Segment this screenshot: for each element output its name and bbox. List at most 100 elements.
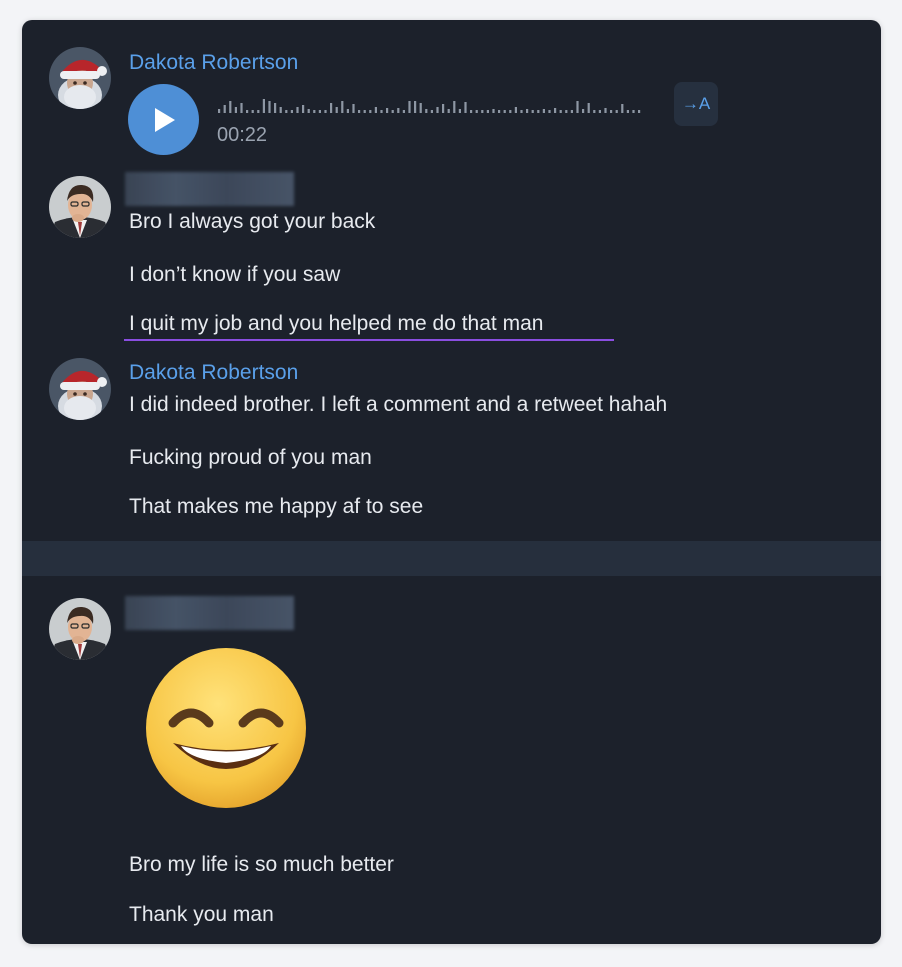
waveform-bar bbox=[582, 109, 585, 113]
waveform-bar bbox=[598, 110, 601, 113]
message-text: Bro I always got your back bbox=[129, 210, 376, 233]
waveform-bar bbox=[240, 103, 243, 113]
waveform-bar bbox=[296, 107, 299, 113]
waveform-bar bbox=[274, 103, 277, 113]
waveform-bar bbox=[531, 110, 534, 113]
user-avatar-icon bbox=[49, 598, 111, 660]
waveform-bar bbox=[458, 109, 461, 113]
waveform-bar bbox=[542, 109, 545, 113]
waveform-bar bbox=[391, 110, 394, 113]
waveform-bar bbox=[229, 101, 232, 113]
waveform-bar bbox=[346, 109, 349, 113]
waveform-bar bbox=[447, 109, 450, 113]
waveform-bar bbox=[537, 110, 540, 113]
waveform-bar bbox=[565, 110, 568, 113]
waveform-bar bbox=[257, 110, 260, 113]
waveform-bar bbox=[246, 110, 249, 113]
voice-duration: 00:22 bbox=[217, 124, 268, 146]
waveform-bar bbox=[251, 110, 254, 113]
waveform-bar bbox=[626, 110, 629, 113]
waveform-bar bbox=[268, 101, 271, 113]
sender-name[interactable]: Dakota Robertson bbox=[129, 51, 298, 75]
waveform-bar bbox=[526, 109, 529, 113]
waveform-bar bbox=[369, 110, 372, 113]
waveform-bar bbox=[380, 110, 383, 113]
waveform-bar bbox=[402, 110, 405, 113]
waveform-bar bbox=[520, 110, 523, 113]
play-icon bbox=[154, 107, 175, 132]
waveform-bar bbox=[285, 110, 288, 113]
avatar-dakota-robertson[interactable] bbox=[49, 358, 111, 420]
waveform-bar bbox=[442, 104, 445, 113]
waveform-bar bbox=[503, 110, 506, 113]
message-text: Thank you man bbox=[129, 903, 274, 926]
waveform-bar bbox=[604, 108, 607, 113]
waveform-bar bbox=[262, 99, 265, 113]
waveform-bar bbox=[509, 110, 512, 113]
waveform-bar bbox=[621, 104, 624, 113]
waveform-bar bbox=[475, 110, 478, 113]
avatar-redacted-user[interactable] bbox=[49, 176, 111, 238]
grinning-emoji-sticker[interactable] bbox=[143, 645, 309, 811]
waveform-bar bbox=[498, 110, 501, 113]
waveform-bar bbox=[559, 110, 562, 113]
waveform-bar bbox=[554, 108, 557, 113]
waveform-bar bbox=[318, 110, 321, 113]
waveform-bar bbox=[397, 108, 400, 113]
avatar-dakota-robertson[interactable] bbox=[49, 47, 111, 109]
waveform-bar bbox=[358, 110, 361, 113]
waveform-bar bbox=[587, 103, 590, 113]
waveform-bar bbox=[386, 108, 389, 113]
waveform-bar bbox=[335, 107, 338, 113]
chat-window: Dakota Robertson 00:22 →A Bro I always g… bbox=[22, 20, 881, 944]
santa-avatar-icon bbox=[49, 358, 111, 420]
transcribe-button[interactable]: →A bbox=[674, 82, 718, 126]
waveform-bar bbox=[514, 107, 517, 113]
message-text: That makes me happy af to see bbox=[129, 495, 424, 518]
waveform-bar bbox=[464, 102, 467, 113]
waveform-bar bbox=[234, 107, 237, 113]
waveform-bar bbox=[492, 109, 495, 113]
avatar-redacted-user[interactable] bbox=[49, 598, 111, 660]
waveform-bar bbox=[632, 110, 635, 113]
waveform-bar bbox=[352, 104, 355, 113]
waveform-bar bbox=[436, 107, 439, 113]
message-text: I don’t know if you saw bbox=[129, 263, 341, 286]
user-avatar-icon bbox=[49, 176, 111, 238]
waveform-bar bbox=[330, 103, 333, 113]
waveform-bar bbox=[363, 110, 366, 113]
waveform-bar bbox=[570, 110, 573, 113]
waveform-bar bbox=[374, 107, 377, 113]
waveform-bar bbox=[302, 105, 305, 113]
waveform-bar bbox=[223, 105, 226, 113]
waveform-bar bbox=[470, 110, 473, 113]
message-text: Bro my life is so much better bbox=[129, 853, 394, 876]
voice-waveform[interactable] bbox=[218, 91, 658, 117]
waveform-bar bbox=[638, 110, 641, 113]
santa-avatar-icon bbox=[49, 47, 111, 109]
waveform-bar bbox=[313, 110, 316, 113]
waveform-bar bbox=[425, 109, 428, 113]
waveform-bar bbox=[419, 103, 422, 113]
waveform-bar bbox=[610, 110, 613, 113]
redacted-username bbox=[125, 596, 294, 630]
waveform-bar bbox=[576, 101, 579, 113]
sender-name[interactable]: Dakota Robertson bbox=[129, 361, 298, 385]
redacted-username bbox=[125, 172, 294, 206]
message-text: Fucking proud of you man bbox=[129, 446, 372, 469]
waveform-bar bbox=[414, 101, 417, 113]
waveform-bar bbox=[486, 110, 489, 113]
waveform-bar bbox=[453, 101, 456, 113]
waveform-bar bbox=[548, 110, 551, 113]
waveform-bar bbox=[324, 110, 327, 113]
play-button[interactable] bbox=[128, 84, 199, 155]
message-text: I did indeed brother. I left a comment a… bbox=[129, 393, 668, 416]
waveform-bar bbox=[615, 110, 618, 113]
waveform-bar bbox=[341, 101, 344, 113]
waveform-bar bbox=[307, 109, 310, 113]
waveform-bar bbox=[481, 110, 484, 113]
waveform-bar bbox=[408, 101, 411, 113]
waveform-bar bbox=[218, 109, 221, 113]
waveform-bar bbox=[279, 107, 282, 113]
waveform-bar bbox=[430, 110, 433, 113]
